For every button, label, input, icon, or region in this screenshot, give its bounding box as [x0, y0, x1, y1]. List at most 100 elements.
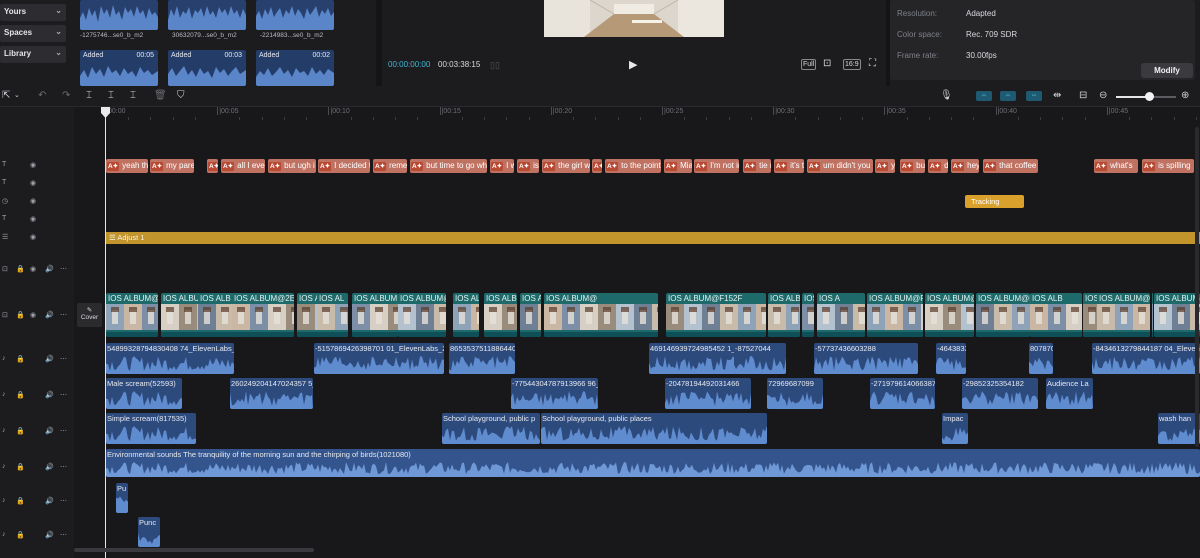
eye-icon[interactable]: ◉	[30, 179, 36, 187]
audio-clip[interactable]: wash han	[1158, 413, 1200, 444]
adjust-clip[interactable]: ☰ Adjust 1	[106, 232, 1200, 244]
subtitle-clip[interactable]: A✦you c	[875, 159, 895, 173]
timeline-grid-icon[interactable]: ▯▯	[490, 60, 500, 71]
tracking-effect-clip[interactable]: Tracking	[965, 195, 1024, 208]
delete-icon[interactable]: 🗑	[154, 90, 167, 102]
audio-clip[interactable]: -87527044	[734, 343, 786, 374]
subtitle-clip[interactable]: A✦ but ugh i	[268, 159, 316, 173]
audio-clip[interactable]: Punc	[138, 517, 160, 547]
eye-icon[interactable]: ◉	[30, 265, 36, 273]
subtitle-clip[interactable]: A✦ reme	[373, 159, 407, 173]
audio-clip[interactable]: -57737436603288	[814, 343, 918, 374]
lock-icon[interactable]: 🔒	[16, 311, 25, 319]
eye-icon[interactable]: ◉	[30, 197, 36, 205]
subtitle-clip[interactable]: A✦ my pare	[150, 159, 194, 173]
shield-icon[interactable]: ⛉	[177, 90, 185, 102]
video-preview[interactable]	[544, 0, 724, 37]
more-icon[interactable]: ⋯	[60, 265, 67, 273]
eye-icon[interactable]: ◉	[30, 311, 36, 319]
audio-clip[interactable]: School playground, public places	[541, 413, 767, 444]
video-clip[interactable]: IOS ALB	[1030, 293, 1082, 337]
nav-yours[interactable]: Yours ⌄	[0, 4, 66, 21]
audio-clip[interactable]: 807870	[1029, 343, 1053, 374]
zoom-slider-handle[interactable]	[1145, 92, 1154, 101]
chevron-down-icon[interactable]: ⌄	[14, 90, 20, 102]
video-clip[interactable]: IOS ALBUM@F152F	[768, 293, 800, 337]
video-clip[interactable]: IOS ALBUM@2E	[232, 293, 294, 337]
auto-snap-icon[interactable]: ⇔	[1000, 91, 1016, 101]
microphone-icon[interactable]: 🎙	[940, 90, 953, 102]
more-icon[interactable]: ⋯	[60, 427, 67, 435]
more-icon[interactable]: ⋯	[60, 355, 67, 363]
lock-icon[interactable]: 🔒	[16, 427, 25, 435]
crop-focus-icon[interactable]: ⊡	[823, 58, 831, 69]
video-clip[interactable]: IOS AL	[453, 293, 479, 337]
audio-clip[interactable]: -8434613279844187 04_ElevenL	[1092, 343, 1200, 374]
cover-button[interactable]: ✎ Cover	[77, 303, 102, 327]
link-icon[interactable]: ⇔	[1026, 91, 1042, 101]
video-clip[interactable]: IOS ALB	[802, 293, 814, 337]
subtitle-clip[interactable]: A✦ but time to go why	[410, 159, 487, 173]
play-icon[interactable]: ▶	[629, 58, 637, 71]
lock-icon[interactable]: 🔒	[16, 497, 25, 505]
redo-icon[interactable]: ↷	[62, 90, 70, 102]
aspect-ratio-button[interactable]: 16:9	[843, 59, 861, 70]
audio-clip[interactable]: 260249204147024357 5_E	[230, 378, 313, 409]
speaker-icon[interactable]: 🔊	[45, 391, 54, 399]
audio-clip[interactable]: -20478194492031466	[665, 378, 751, 409]
full-button[interactable]: Full	[801, 59, 817, 70]
eye-icon[interactable]: ◉	[30, 215, 36, 223]
audio-clip[interactable]: 72969687099	[767, 378, 823, 409]
audio-clip[interactable]: -4643833	[936, 343, 966, 374]
more-icon[interactable]: ⋯	[60, 391, 67, 399]
subtitle-clip[interactable]: A✦e	[592, 159, 602, 173]
audio-clip[interactable]: Male scream(52593)	[106, 378, 182, 409]
audio-clip[interactable]: Environmental sounds The tranquility of …	[106, 449, 1200, 477]
more-icon[interactable]: ⋯	[60, 463, 67, 471]
timeline[interactable]: 00:00 |00:05 |00:10 |00:15 |00:20 |00:25 |00:3…	[74, 107, 1200, 558]
time-ruler[interactable]: 00:00 |00:05 |00:10 |00:15 |00:20 |00:25 |00:3…	[74, 107, 1200, 121]
media-thumbnail[interactable]	[168, 0, 246, 30]
fit-timeline-icon[interactable]: ⊟	[1079, 90, 1087, 102]
subtitle-clip[interactable]: A✦ um didn't you	[807, 159, 873, 173]
video-clip[interactable]: IOS ALB	[484, 293, 517, 337]
nav-library[interactable]: Library ⌄	[0, 46, 66, 63]
subtitle-clip[interactable]: A✦ what's	[1094, 159, 1138, 173]
audio-clip[interactable]: -5157869426398701 01_ElevenLabs_20	[314, 343, 444, 374]
media-thumbnail-added[interactable]: Added 00:05	[80, 50, 158, 86]
video-clip[interactable]: IOS ALBUM@F	[867, 293, 923, 337]
undo-icon[interactable]: ↶	[38, 90, 46, 102]
audio-clip[interactable]: -271979614066387	[870, 378, 935, 409]
more-icon[interactable]: ⋯	[60, 497, 67, 505]
audio-clip[interactable]: -29852325354182	[962, 378, 1038, 409]
split-left-icon[interactable]: ⌶	[108, 90, 114, 102]
audio-clip[interactable]: Impac	[942, 413, 968, 444]
more-icon[interactable]: ⋯	[60, 311, 67, 319]
video-clip[interactable]: IOS ALBUM@F152F	[666, 293, 766, 337]
preview-axis-icon[interactable]: ⇹	[1053, 90, 1061, 102]
subtitle-clip[interactable]: A✦the girl wit	[542, 159, 590, 173]
subtitle-clip[interactable]: A✦ Mia	[664, 159, 692, 173]
subtitle-clip[interactable]: A✦yeah this is I	[106, 159, 148, 173]
speaker-icon[interactable]: 🔊	[45, 311, 54, 319]
split-right-icon[interactable]: ⌶	[130, 90, 136, 102]
audio-clip[interactable]: -77544304787913966 96_E	[511, 378, 598, 409]
zoom-out-icon[interactable]: ⊖	[1099, 90, 1107, 102]
speaker-icon[interactable]: 🔊	[45, 427, 54, 435]
media-thumbnail[interactable]	[80, 0, 158, 30]
lock-icon[interactable]: 🔒	[16, 355, 25, 363]
video-clip[interactable]: IOS ALBUM@	[398, 293, 446, 337]
subtitle-clip[interactable]: A✦I decided to	[318, 159, 370, 173]
subtitle-clip[interactable]: A✦that coffee was	[983, 159, 1038, 173]
subtitle-clip[interactable]: A✦ I'm not ir	[694, 159, 739, 173]
audio-clip[interactable]: Audience La	[1046, 378, 1093, 409]
subtitle-clip[interactable]: A✦ hey	[951, 159, 979, 173]
audio-clip[interactable]: 54899328794830408 74_ElevenLabs_20	[106, 343, 234, 374]
video-clip[interactable]: IOS ALBUM	[352, 293, 398, 337]
subtitle-clip[interactable]: A✦did y	[928, 159, 948, 173]
modify-button[interactable]: Modify	[1141, 63, 1193, 78]
lock-icon[interactable]: 🔒	[16, 531, 25, 539]
audio-clip[interactable]: School playground, public p	[442, 413, 540, 444]
vertical-scrollbar[interactable]	[1195, 127, 1199, 447]
lock-icon[interactable]: 🔒	[16, 463, 25, 471]
